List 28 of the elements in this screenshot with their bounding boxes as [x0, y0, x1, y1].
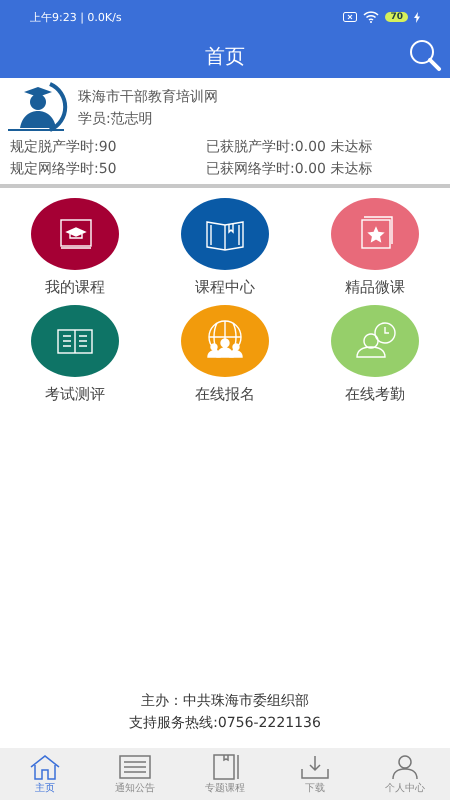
- nav-tab[interactable]: 主页: [0, 748, 90, 800]
- student-name: 学员:范志明: [78, 110, 154, 128]
- charging-icon: [414, 12, 420, 22]
- open-book-icon[interactable]: [181, 198, 269, 270]
- required-hours: 规定网络学时:50: [10, 160, 118, 178]
- wifi-icon: [363, 11, 380, 23]
- tile-label[interactable]: 我的课程: [45, 278, 105, 297]
- exam-book-icon[interactable]: [31, 305, 119, 377]
- tile-label[interactable]: 课程中心: [195, 278, 255, 297]
- earned-hours: 已获脱产学时:0.00 未达标: [206, 138, 372, 156]
- required-hours: 规定脱产学时:90: [10, 138, 118, 156]
- site-name: 珠海市干部教育培训网: [78, 88, 218, 106]
- tile-label[interactable]: 考试测评: [45, 385, 105, 404]
- earned-hours: 已获网络学时:0.00 未达标: [206, 160, 372, 178]
- home-icon: [28, 753, 62, 781]
- status-time: 上午9:23 | 0.0K/s: [30, 10, 122, 24]
- tile-label[interactable]: 在线考勤: [345, 385, 405, 404]
- sim-icon: [343, 12, 358, 22]
- tile-label[interactable]: 在线报名: [195, 385, 255, 404]
- star-window-icon[interactable]: [331, 198, 419, 270]
- tile-label[interactable]: 精品微课: [345, 278, 405, 297]
- page-title: 首页: [205, 42, 245, 70]
- battery-level: 70: [385, 12, 408, 22]
- search-icon[interactable]: [408, 38, 442, 72]
- course-book-icon[interactable]: [31, 198, 119, 270]
- list-icon: [118, 753, 152, 781]
- organizer-text: 主办：中共珠海市委组织部: [141, 692, 309, 710]
- hotline-text: 支持服务热线:0756-2221136: [129, 714, 321, 732]
